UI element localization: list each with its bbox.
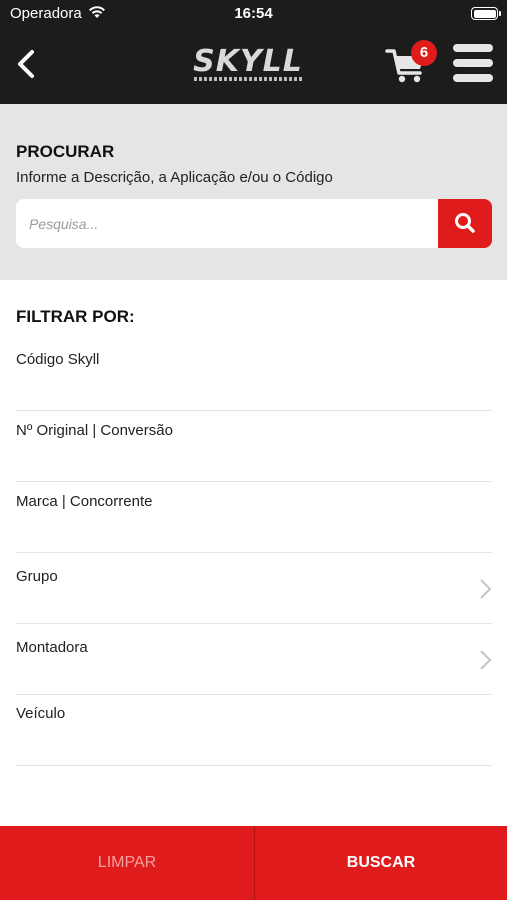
search-box	[16, 199, 492, 248]
bottom-action-bar: LIMPAR BUSCAR	[0, 826, 507, 900]
chevron-right-icon	[480, 650, 492, 670]
filter-item-montadora[interactable]: Montadora	[16, 624, 492, 695]
cart-count-badge: 6	[411, 40, 437, 66]
filter-item-grupo[interactable]: Grupo	[16, 553, 492, 624]
filter-item-numero-original[interactable]: Nº Original | Conversão	[16, 411, 492, 482]
search-icon	[455, 213, 475, 233]
filter-item-label: Veículo	[16, 705, 66, 722]
filter-item-label: Grupo	[16, 568, 58, 585]
submit-search-button[interactable]: BUSCAR	[255, 826, 507, 900]
battery-icon	[471, 7, 498, 20]
back-arrow-icon[interactable]	[12, 46, 40, 82]
search-button[interactable]	[438, 199, 492, 248]
filter-item-codigo-skyll[interactable]: Código Skyll	[16, 340, 492, 411]
filter-item-label: Código Skyll	[16, 351, 100, 368]
filter-item-veiculo[interactable]: Veículo	[16, 695, 492, 766]
logo-text: SKYLL	[193, 44, 303, 79]
nav-bar: SKYLL 6	[0, 28, 507, 104]
search-section: PROCURAR Informe a Descrição, a Aplicaçã…	[0, 104, 507, 280]
search-title: PROCURAR	[16, 142, 115, 161]
chevron-right-icon	[480, 579, 492, 599]
filter-item-label: Nº Original | Conversão	[16, 422, 173, 439]
battery-tip	[499, 11, 501, 16]
filter-title: FILTRAR POR:	[16, 307, 135, 326]
hamburger-menu-icon[interactable]	[453, 44, 493, 82]
filter-item-label: Montadora	[16, 639, 88, 656]
status-bar: Operadora 16:54	[0, 0, 507, 28]
filter-item-marca[interactable]: Marca | Concorrente	[16, 482, 492, 553]
search-subtitle: Informe a Descrição, a Aplicação e/ou o …	[16, 169, 333, 186]
clear-button[interactable]: LIMPAR	[0, 826, 254, 900]
search-input[interactable]	[16, 199, 438, 248]
skyll-logo: SKYLL	[192, 40, 304, 86]
clock: 16:54	[234, 5, 273, 22]
logo-tagline-decoration	[194, 77, 302, 81]
filter-item-label: Marca | Concorrente	[16, 493, 153, 510]
